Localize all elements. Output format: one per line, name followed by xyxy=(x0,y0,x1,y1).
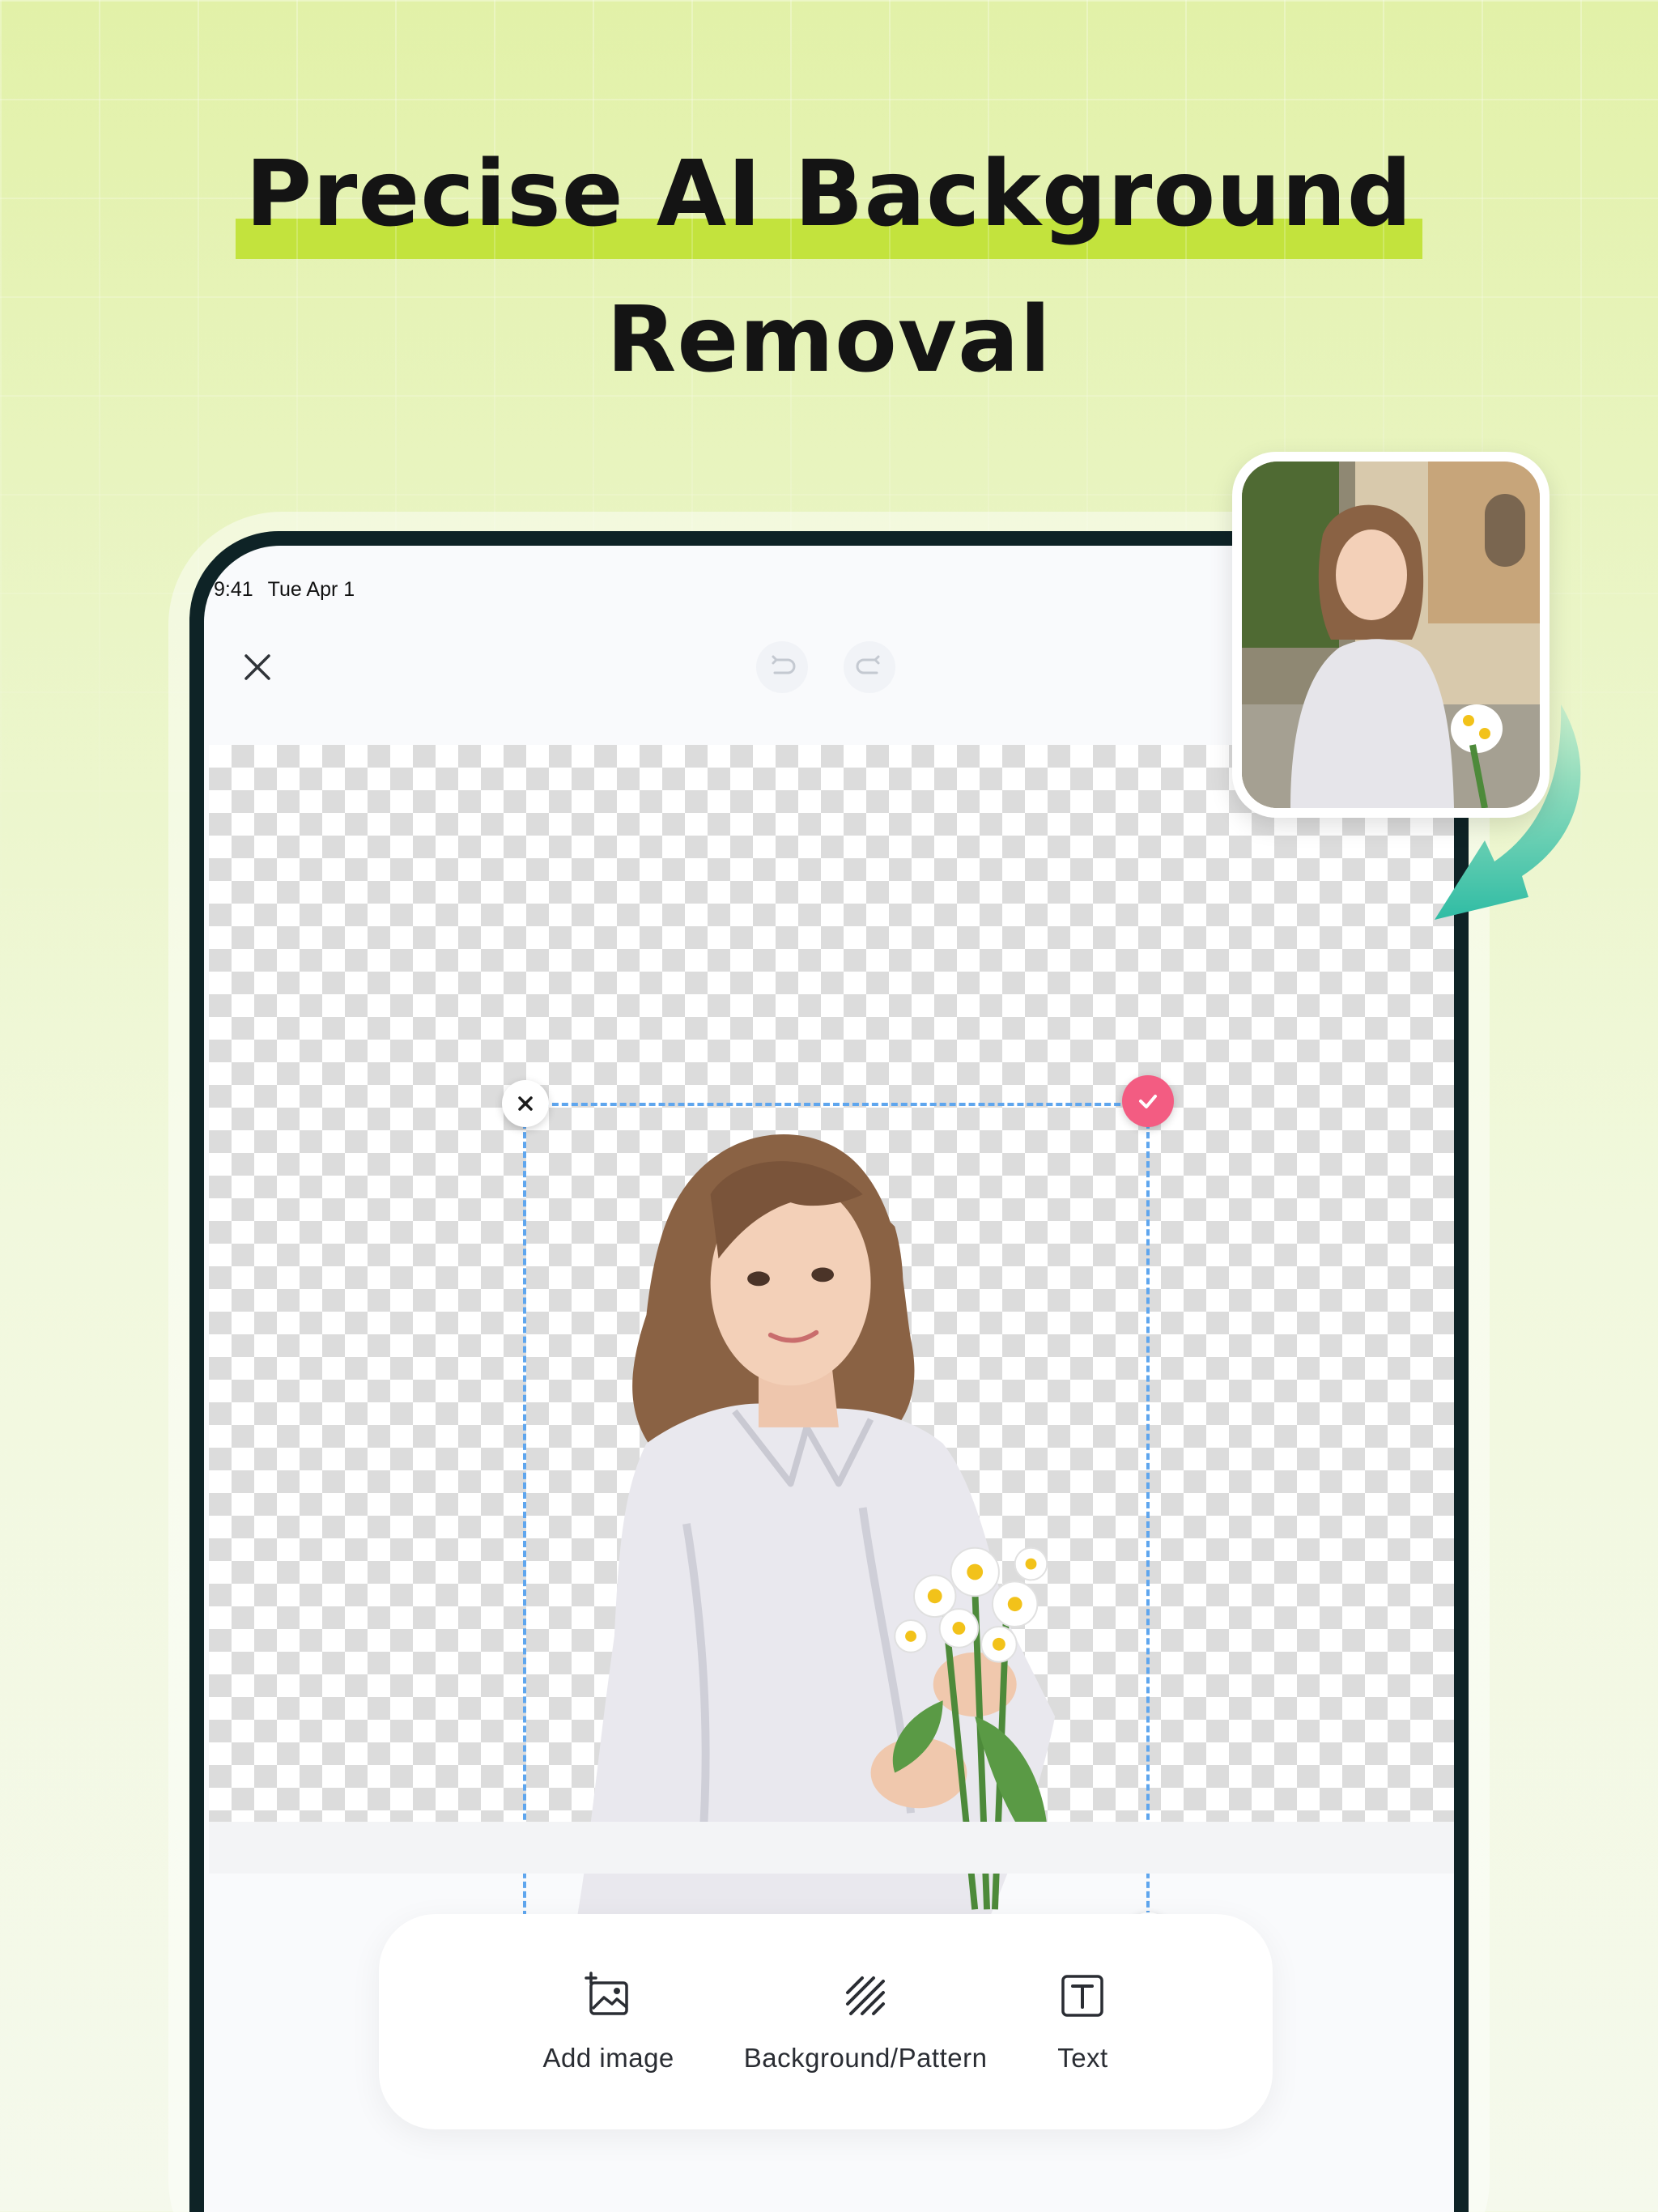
cutout-subject[interactable] xyxy=(526,1106,1146,1933)
bottom-toolbar: Add image Background/Pattern Text xyxy=(379,1914,1273,2129)
selection-box[interactable] xyxy=(502,1075,1174,1959)
undo-button[interactable] xyxy=(756,641,808,693)
background-pattern-button[interactable]: Background/Pattern xyxy=(738,1970,994,2074)
redo-icon xyxy=(856,655,880,674)
pattern-icon xyxy=(846,1976,886,2015)
status-date: Tue Apr 1 xyxy=(267,577,355,601)
undo-icon xyxy=(772,655,796,674)
text-icon xyxy=(1061,1975,1104,2017)
close-icon xyxy=(244,654,270,680)
delete-handle[interactable] xyxy=(502,1080,549,1127)
headline-line-2: Removal xyxy=(606,287,1052,393)
confirm-handle[interactable] xyxy=(1122,1075,1174,1127)
original-photo xyxy=(1242,462,1540,809)
canvas-footer-strip xyxy=(209,1822,1454,1874)
headline: Precise AI Background Removal xyxy=(0,121,1658,413)
close-button[interactable] xyxy=(235,644,280,690)
check-icon xyxy=(1139,1095,1157,1108)
add-image-label: Add image xyxy=(542,2043,674,2073)
background-pattern-label: Background/Pattern xyxy=(743,2043,988,2073)
headline-line-1: Precise AI Background xyxy=(236,121,1422,267)
original-photo-card xyxy=(1232,452,1550,818)
close-icon xyxy=(518,1096,533,1111)
status-time: 9:41 xyxy=(214,577,253,601)
text-label: Text xyxy=(1057,2043,1108,2073)
add-image-button[interactable]: Add image xyxy=(537,1970,681,2074)
status-bar: 9:41 Tue Apr 1 xyxy=(214,573,355,606)
transparent-canvas[interactable] xyxy=(209,745,1454,1959)
add-image-icon xyxy=(584,1972,628,2015)
text-button[interactable]: Text xyxy=(1050,1970,1115,2074)
redo-button[interactable] xyxy=(844,641,895,693)
